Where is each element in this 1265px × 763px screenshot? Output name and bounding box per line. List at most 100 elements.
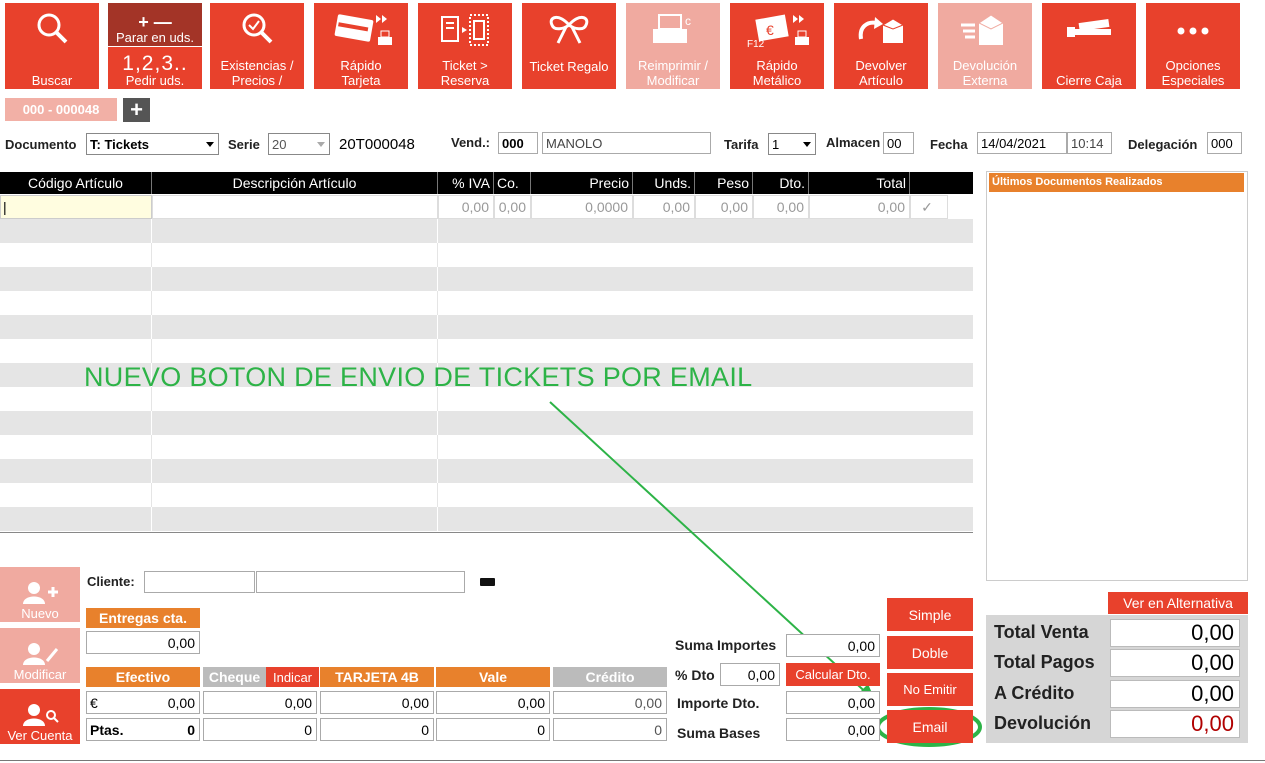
col-total[interactable]: Total — [809, 172, 910, 194]
total-cell[interactable]: 0,00 — [809, 195, 910, 219]
parar-uds-button[interactable]: + — Parar en uds. — [108, 3, 202, 46]
document-tab[interactable]: 000 - 000048 — [5, 98, 117, 121]
table-row[interactable] — [0, 243, 973, 267]
codigo-input[interactable]: | — [0, 195, 152, 219]
efectivo-ptas-input[interactable]: Ptas. 0 — [86, 718, 200, 741]
hora-input[interactable]: 10:14 — [1067, 132, 1112, 154]
cheque-ptas-input[interactable]: 0 — [203, 718, 317, 741]
rapido-metalico-button[interactable]: € F12 Rápido Metálico — [730, 3, 824, 89]
nuevo-cliente-button[interactable]: Nuevo — [0, 567, 80, 622]
vend-name-input[interactable]: MANOLO — [542, 132, 711, 154]
card-reader-icon[interactable] — [480, 578, 495, 586]
col-iva[interactable]: % IVA — [438, 172, 494, 194]
ver-alternativa-button[interactable]: Ver en Alternativa — [1108, 592, 1248, 614]
rapido-tarjeta-button[interactable]: Rápido Tarjeta — [314, 3, 408, 89]
total-venta-label: Total Venta — [994, 622, 1089, 642]
credito-ptas-input[interactable]: 0 — [553, 718, 667, 741]
tarjeta-ptas-input[interactable]: 0 — [320, 718, 434, 741]
table-row[interactable] — [0, 483, 973, 507]
doble-button[interactable]: Doble — [887, 636, 973, 669]
table-row[interactable] — [0, 219, 973, 243]
table-row[interactable] — [0, 315, 973, 339]
col-codigo[interactable]: Código Artículo — [0, 172, 152, 194]
chevron-down-icon — [206, 142, 214, 147]
svg-text:c: c — [685, 14, 691, 28]
efectivo-euro-input[interactable]: €0,00 — [86, 691, 200, 714]
credito-euro-input[interactable]: 0,00 — [553, 691, 667, 714]
plus-icon: + — [130, 97, 143, 122]
serie-select[interactable]: 20 — [268, 133, 330, 155]
check-icon[interactable]: ✓ — [910, 195, 948, 219]
table-row[interactable] — [0, 267, 973, 291]
dto-label: % Dto — [675, 667, 715, 683]
no-emitir-button[interactable]: No Emitir — [887, 673, 973, 706]
cliente-name-input[interactable] — [256, 571, 465, 593]
devolucion-externa-button[interactable]: Devolución Externa — [938, 3, 1032, 89]
svg-text:€: € — [766, 22, 774, 38]
vale-euro-input[interactable]: 0,00 — [436, 691, 550, 714]
tarifa-select[interactable]: 1 — [768, 133, 816, 155]
svg-text:F12: F12 — [747, 39, 765, 50]
pedir-uds-button[interactable]: 1,2,3.. Pedir uds. — [108, 47, 202, 89]
table-row[interactable]: | 0,00 0,00 0,0000 0,00 0,00 0,00 0,00 ✓ — [0, 195, 973, 219]
vend-code-input[interactable]: 000 — [498, 132, 538, 154]
documento-select[interactable]: T: Tickets — [86, 133, 219, 155]
col-descripcion[interactable]: Descripción Artículo — [152, 172, 438, 194]
document-number: 20T000048 — [339, 136, 415, 153]
serie-label: Serie — [228, 137, 260, 152]
fecha-input[interactable]: 14/04/2021 — [977, 132, 1067, 154]
modificar-cliente-button[interactable]: Modificar — [0, 628, 80, 683]
descripcion-input[interactable] — [152, 195, 438, 219]
existencias-button[interactable]: Existencias / Precios / — [210, 3, 304, 89]
devolver-articulo-button[interactable]: Devolver Artículo — [834, 3, 928, 89]
table-row[interactable] — [0, 291, 973, 315]
cheque-euro-input[interactable]: 0,00 — [203, 691, 317, 714]
email-button[interactable]: Email — [887, 710, 973, 743]
grid-header: Código Artículo Descripción Artículo % I… — [0, 172, 973, 194]
iva-cell[interactable]: 0,00 — [438, 195, 494, 219]
total-pagos-label: Total Pagos — [994, 652, 1095, 672]
table-row[interactable] — [0, 507, 973, 531]
co-cell[interactable]: 0,00 — [494, 195, 531, 219]
indicar-button[interactable]: Indicar — [266, 667, 319, 687]
devolucion-value: 0,00 — [1110, 710, 1240, 738]
col-precio[interactable]: Precio — [531, 172, 633, 194]
table-row[interactable] — [0, 339, 973, 363]
precio-cell[interactable]: 0,0000 — [531, 195, 633, 219]
ticket-regalo-button[interactable]: Ticket Regalo — [522, 3, 616, 89]
delegacion-input[interactable]: 000 — [1207, 132, 1242, 154]
col-dto[interactable]: Dto. — [753, 172, 809, 194]
col-co[interactable]: Co. — [494, 172, 531, 194]
almacen-label: Almacen — [826, 135, 881, 150]
ver-cuenta-button[interactable]: Ver Cuenta — [0, 689, 80, 744]
vend-label: Vend.: — [451, 135, 491, 150]
annotation-text: NUEVO BOTON DE ENVIO DE TICKETS POR EMAI… — [84, 362, 753, 392]
table-row[interactable] — [0, 411, 973, 435]
cierre-caja-button[interactable]: Cierre Caja — [1042, 3, 1136, 89]
efectivo-header: Efectivo — [86, 667, 200, 687]
cliente-code-input[interactable] — [144, 571, 255, 593]
opciones-especiales-button[interactable]: Opciones Especiales — [1146, 3, 1240, 89]
ticket-reserva-button[interactable]: Ticket > Reserva — [418, 3, 512, 89]
add-tab-button[interactable]: + — [123, 98, 150, 122]
entregas-input[interactable]: 0,00 — [86, 631, 200, 654]
reimprimir-button[interactable]: c Reimprimir / Modificar — [626, 3, 720, 89]
tarjeta-euro-input[interactable]: 0,00 — [320, 691, 434, 714]
col-peso[interactable]: Peso — [695, 172, 753, 194]
almacen-input[interactable]: 00 — [883, 132, 914, 154]
tarifa-label: Tarifa — [724, 137, 759, 152]
search-user-icon — [23, 704, 59, 726]
peso-cell[interactable]: 0,00 — [695, 195, 753, 219]
dto-input[interactable]: 0,00 — [720, 663, 780, 686]
unds-cell[interactable]: 0,00 — [633, 195, 695, 219]
calcular-dto-button[interactable]: Calcular Dto. — [786, 663, 880, 686]
col-unds[interactable]: Unds. — [633, 172, 695, 194]
buscar-button[interactable]: Buscar — [5, 3, 99, 89]
table-row[interactable] — [0, 459, 973, 483]
vale-ptas-input[interactable]: 0 — [436, 718, 550, 741]
table-row[interactable] — [0, 435, 973, 459]
devolucion-label: Devolución — [994, 713, 1092, 733]
dto-cell[interactable]: 0,00 — [753, 195, 809, 219]
simple-button[interactable]: Simple — [887, 598, 973, 631]
recent-documents-panel[interactable] — [986, 171, 1248, 581]
